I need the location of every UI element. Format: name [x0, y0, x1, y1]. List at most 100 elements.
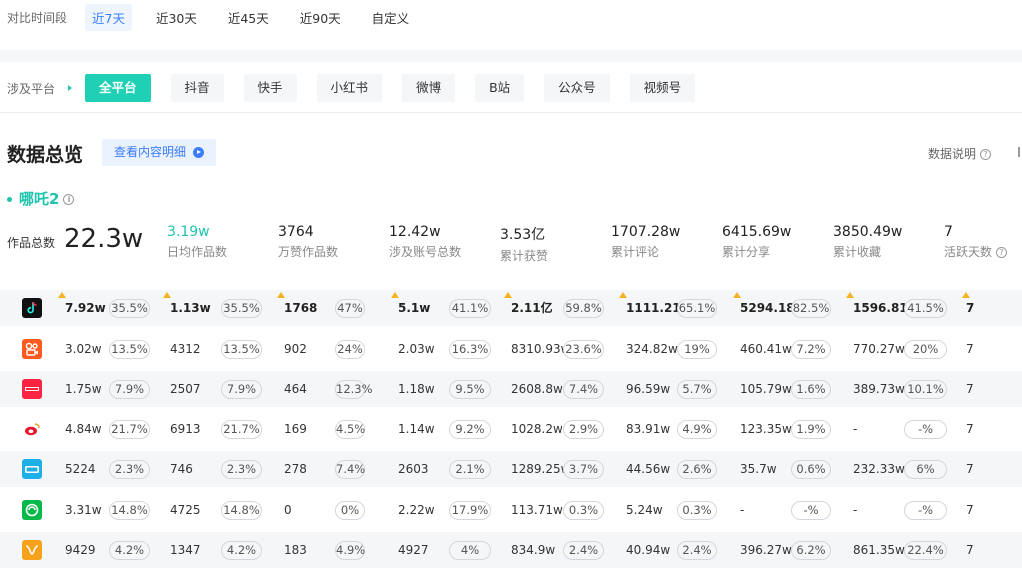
table-cell-percent: 22.4% — [904, 541, 947, 560]
period-selector: 对比时间段 近7天 近30天 近45天 近90天 自定义 — [0, 0, 1022, 34]
table-cell-value: 4.84w — [65, 422, 102, 436]
table-cell-percent: 12.3% — [335, 380, 373, 399]
wechat-official-logo — [22, 500, 42, 520]
metric-comments: 1707.28w 累计评论 — [611, 224, 680, 260]
table-cell-percent: 14.8% — [109, 501, 150, 520]
platform-option-xiaohongshu[interactable]: 小红书 — [316, 74, 383, 102]
data-description-link[interactable]: 数据说明? — [928, 145, 992, 162]
table-cell-percent: 7.2% — [791, 340, 831, 359]
table-cell-percent: 7.4% — [563, 380, 604, 399]
table-cell-percent: 4.2% — [109, 541, 150, 560]
table-cell-days: 7 — [966, 543, 974, 557]
table-cell-percent: 14.8% — [221, 501, 262, 520]
platform-option-all[interactable]: 全平台 — [85, 74, 151, 102]
table-cell-percent: 7.4% — [335, 460, 365, 479]
douyin-logo — [22, 298, 42, 318]
platform-option-official-account[interactable]: 公众号 — [544, 74, 610, 102]
table-cell-percent: 10.1% — [904, 380, 947, 399]
metric-value: 3.53亿 — [500, 227, 546, 243]
info-icon[interactable]: i — [63, 194, 75, 205]
table-row: 4.84w 21.7% 6913 21.7% 169 4.5% 1.14w 9.2% 1028.… — [0, 411, 1022, 447]
platform-option-channels[interactable]: 视频号 — [629, 74, 696, 102]
period-option-45d[interactable]: 近45天 — [221, 4, 276, 31]
metric-label: 活跃天数? — [944, 243, 1008, 260]
table-cell-value: 232.33w — [853, 462, 905, 476]
weibo-logo — [22, 419, 42, 439]
view-detail-button[interactable]: 查看内容明细 — [102, 139, 216, 166]
xiaohongshu-logo — [22, 379, 42, 399]
period-option-90d[interactable]: 近90天 — [293, 4, 348, 31]
table-cell-days: 7 — [966, 342, 974, 356]
table-cell-value: 1.18w — [398, 382, 435, 396]
table-cell-percent: 3.7% — [563, 460, 604, 479]
table-cell-percent: 6% — [904, 460, 947, 479]
table-cell-value: 1.14w — [398, 422, 435, 436]
table-cell-days: 7 — [966, 382, 974, 396]
total-works-label: 作品总数 — [7, 236, 56, 250]
table-cell-days: 7 — [966, 503, 974, 517]
table-cell-percent: 47% — [335, 299, 365, 318]
table-cell-percent: 41.5% — [904, 299, 947, 318]
table-cell-percent: 9.2% — [449, 420, 491, 439]
table-cell-percent: 2.6% — [677, 460, 717, 479]
platform-label: 涉及平台 — [7, 81, 56, 96]
period-option-7d[interactable]: 近7天 — [85, 3, 132, 31]
platform-option-weibo[interactable]: 微博 — [402, 74, 456, 102]
table-cell-value: 35.7w — [740, 462, 777, 476]
table-cell-value: 6913 — [170, 422, 201, 436]
arrow-circle-icon — [193, 147, 204, 158]
table-cell-value: 9429 — [65, 543, 96, 557]
platform-option-douyin[interactable]: 抖音 — [170, 74, 224, 102]
table-cell-percent: 21.7% — [109, 420, 150, 439]
platform-option-bilibili[interactable]: B站 — [475, 74, 525, 102]
table-cell-value: 902 — [284, 342, 307, 356]
metric-favorites: 3850.49w 累计收藏 — [833, 224, 902, 260]
table-cell-value: 1289.25w — [511, 462, 571, 476]
table-cell-value: 5224 — [65, 462, 96, 476]
period-option-custom[interactable]: 自定义 — [365, 4, 417, 31]
period-option-30d[interactable]: 近30天 — [149, 4, 204, 31]
table-row: 1.75w 7.9% 2507 7.9% 464 12.3% 1.18w 9.5% 2608.8… — [0, 371, 1022, 407]
table-cell-percent: 41.1% — [449, 299, 491, 318]
table-cell-percent: 35.5% — [109, 299, 150, 318]
table-cell-percent: -% — [904, 501, 947, 520]
metric-label: 日均作品数 — [167, 245, 228, 259]
table-cell-value: 464 — [284, 382, 307, 396]
table-cell-value: 4927 — [398, 543, 429, 557]
bilibili-logo — [22, 459, 42, 479]
table-cell-percent: 6.2% — [791, 541, 831, 560]
table-cell-percent: -% — [904, 420, 947, 439]
table-cell-percent: 9.5% — [449, 380, 491, 399]
metric-label: 累计分享 — [722, 245, 771, 259]
table-cell-value: 460.41w — [740, 342, 792, 356]
table-cell-value: 2.03w — [398, 342, 435, 356]
table-cell-percent: 0.3% — [677, 501, 717, 520]
divider — [0, 112, 1022, 113]
metric-value: 3764 — [278, 224, 314, 240]
table-cell-value: 3.02w — [65, 342, 102, 356]
metric-value: 1707.28w — [611, 224, 681, 240]
table-cell-value: 96.59w — [626, 382, 671, 396]
table-cell-value: 324.82w — [626, 342, 678, 356]
table-cell-value: 44.56w — [626, 462, 671, 476]
table-cell-value: 2507 — [170, 382, 201, 396]
table-cell-value: 183 — [284, 543, 307, 557]
table-cell-percent: 2.4% — [677, 541, 717, 560]
platform-option-kuaishou[interactable]: 快手 — [243, 74, 297, 102]
table-cell-percent: 17.9% — [449, 501, 491, 520]
table-cell-percent: 1.6% — [791, 380, 831, 399]
metric-label: 累计获赞 — [500, 249, 549, 263]
scroll-edge-marker — [1018, 147, 1020, 157]
help-icon[interactable]: ? — [996, 247, 1008, 258]
metric-value: 6415.69w — [722, 224, 792, 240]
table-cell-percent: 5.7% — [677, 380, 717, 399]
channels-logo — [22, 540, 42, 560]
metric-label: 万赞作品数 — [278, 245, 339, 259]
table-cell-value: 2.11亿 — [511, 301, 553, 315]
table-cell-percent: 23.6% — [563, 340, 604, 359]
table-cell-value: - — [740, 503, 745, 517]
table-cell-value: 861.35w — [853, 543, 905, 557]
table-cell-value: 2.22w — [398, 503, 435, 517]
table-cell-value: 1.75w — [65, 382, 102, 396]
metric-value: 3850.49w — [833, 224, 903, 240]
